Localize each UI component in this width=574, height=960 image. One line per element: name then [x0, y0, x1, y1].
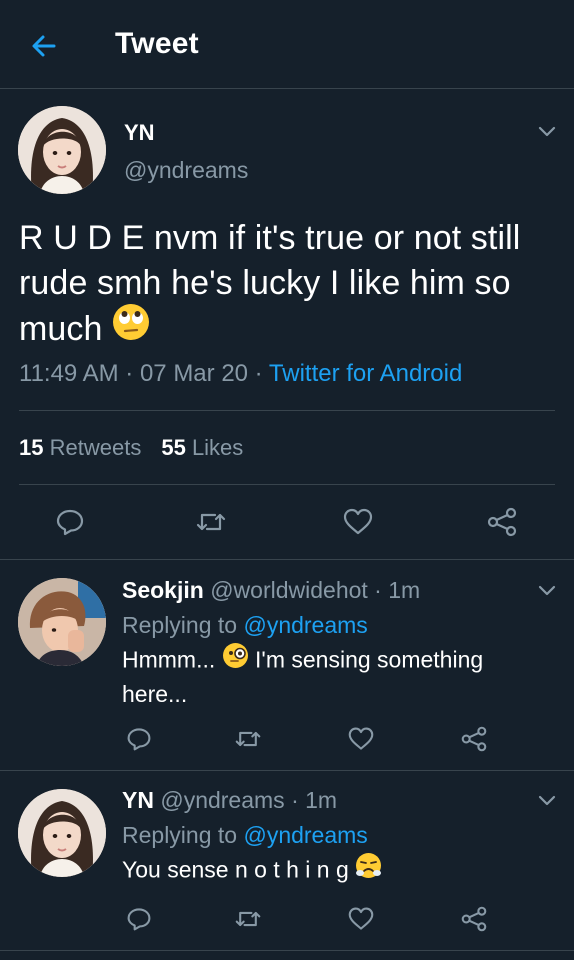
steam-from-nose-emoji-icon — [355, 852, 382, 887]
author-name[interactable]: YN — [124, 120, 155, 146]
reply-time: · 1m — [367, 577, 421, 603]
replying-to-label: Replying to — [122, 822, 244, 848]
heart-icon — [348, 907, 374, 930]
replying-to-label: Replying to — [122, 612, 244, 638]
avatar-image — [18, 106, 106, 194]
chevron-down-icon — [538, 126, 556, 137]
share-icon — [461, 906, 487, 932]
reply-button[interactable] — [52, 504, 88, 540]
reply-author-name[interactable]: YN — [122, 787, 154, 813]
monocle-emoji-icon — [222, 642, 249, 677]
retweets-count: 15 — [19, 435, 44, 460]
avatar[interactable] — [18, 578, 106, 666]
retweet-icon — [235, 911, 261, 927]
avatar[interactable] — [18, 789, 106, 877]
likes-count: 55 — [161, 435, 186, 460]
tweet-source-link[interactable]: Twitter for Android — [269, 360, 462, 387]
tweet-menu-button[interactable] — [534, 118, 560, 144]
tweet-timestamp: 11:49 AM · 07 Mar 20 · — [19, 360, 269, 387]
tweet-meta: 11:49 AM · 07 Mar 20 · Twitter for Andro… — [19, 360, 462, 388]
retweet-icon — [196, 513, 226, 531]
page-title: Tweet — [115, 27, 199, 60]
like-button[interactable] — [346, 904, 376, 934]
share-button[interactable] — [484, 504, 520, 540]
divider — [19, 484, 555, 485]
reply-action-bar — [0, 900, 574, 940]
tweet-text-content: R U D E nvm if it's true or not still ru… — [19, 219, 521, 348]
divider — [19, 410, 555, 411]
replying-to: Replying to @yndreams — [122, 612, 368, 639]
avatar-image — [18, 789, 106, 877]
share-button[interactable] — [459, 724, 489, 754]
tweet-action-bar — [0, 500, 574, 544]
tweet-detail-screen: Tweet YN @yndreams R U D E nvm if it's t… — [0, 0, 574, 960]
tweet-text: R U D E nvm if it's true or not still ru… — [19, 216, 549, 356]
retweet-button[interactable] — [233, 904, 263, 934]
reply-icon — [56, 509, 84, 536]
reply-icon — [127, 908, 151, 931]
chevron-down-icon — [538, 585, 556, 596]
replying-to: Replying to @yndreams — [122, 822, 368, 849]
retweet-button[interactable] — [193, 504, 229, 540]
reply-text: Hmmm... I'm sensing something here... — [122, 642, 542, 710]
retweets-stat[interactable]: 15 Retweets — [19, 435, 141, 460]
reply-menu-button[interactable] — [534, 577, 560, 603]
reply-header: Seokjin @worldwidehot · 1m — [122, 577, 420, 604]
reply-author-handle[interactable]: @yndreams — [160, 787, 284, 813]
retweet-button[interactable] — [233, 724, 263, 754]
heart-icon — [348, 727, 374, 750]
chevron-down-icon — [538, 795, 556, 806]
back-button[interactable] — [26, 28, 62, 64]
like-button[interactable] — [346, 724, 376, 754]
arrow-left-icon — [32, 35, 56, 57]
reply-header: YN @yndreams · 1m — [122, 787, 337, 814]
reply-text-before: You sense n o t h i n g — [122, 856, 356, 883]
share-icon — [487, 507, 517, 537]
likes-stat[interactable]: 55 Likes — [161, 435, 243, 460]
divider — [0, 559, 574, 560]
retweets-label: Retweets — [49, 435, 142, 460]
reply-button[interactable] — [124, 724, 154, 754]
reply-button[interactable] — [124, 904, 154, 934]
share-icon — [461, 726, 487, 752]
like-button[interactable] — [340, 504, 376, 540]
reply-text: You sense n o t h i n g — [122, 852, 542, 889]
reply-author-handle[interactable]: @worldwidehot — [210, 577, 368, 603]
retweet-icon — [235, 731, 261, 747]
replying-to-handle[interactable]: @yndreams — [243, 822, 367, 848]
divider — [0, 950, 574, 951]
replying-to-handle[interactable]: @yndreams — [243, 612, 367, 638]
reply-author-name[interactable]: Seokjin — [122, 577, 204, 603]
reply-menu-button[interactable] — [534, 787, 560, 813]
reply-time: · 1m — [284, 787, 338, 813]
divider — [0, 770, 574, 771]
reply-text-before: Hmmm... — [122, 646, 222, 673]
share-button[interactable] — [459, 904, 489, 934]
avatar-image — [18, 578, 106, 666]
rolling-eyes-emoji-icon — [112, 303, 150, 353]
reply-action-bar — [0, 720, 574, 760]
avatar[interactable] — [18, 106, 106, 194]
author-handle[interactable]: @yndreams — [124, 157, 248, 184]
reply-icon — [127, 728, 151, 751]
heart-icon — [343, 508, 373, 535]
likes-label: Likes — [191, 435, 244, 460]
top-app-bar: Tweet — [0, 0, 574, 89]
tweet-stats: 15 Retweets 55 Likes — [19, 435, 243, 461]
